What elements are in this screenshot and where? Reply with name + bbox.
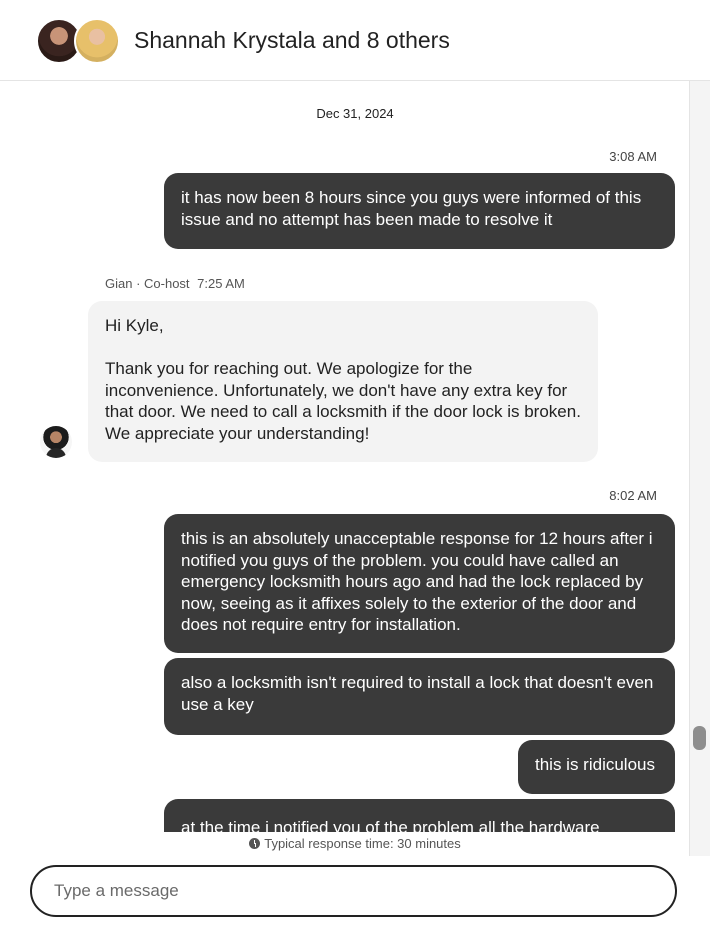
date-divider: Dec 31, 2024 [316,106,394,121]
message-timestamp: 8:02 AM [609,488,657,503]
message-timestamp: 3:08 AM [609,149,657,164]
response-time-text: Typical response time: 30 minutes [264,836,461,851]
clock-icon [249,838,261,849]
sender-name: Gian · Co-host [105,276,190,291]
avatar[interactable] [74,18,120,64]
message-thread[interactable]: Dec 31, 2024 3:08 AM it has now been 8 h… [0,80,688,832]
outgoing-message[interactable]: this is ridiculous [518,740,675,794]
response-time-notice: Typical response time: 30 minutes [0,836,710,851]
scrollbar-thumb[interactable] [693,726,706,750]
message-composer[interactable] [30,865,677,917]
outgoing-message[interactable]: also a locksmith isn't required to insta… [164,658,675,735]
outgoing-message[interactable]: this is an absolutely unacceptable respo… [164,514,675,653]
participant-avatars[interactable] [36,18,120,64]
incoming-message[interactable]: Hi Kyle, Thank you for reaching out. We … [88,301,598,462]
message-timestamp: 7:25 AM [197,276,245,291]
message-sender-meta: Gian · Co-host 7:25 AM [105,276,245,291]
message-input[interactable] [32,867,654,915]
avatar[interactable] [40,426,72,458]
conversation-title[interactable]: Shannah Krystala and 8 others [134,27,450,54]
outgoing-message[interactable]: it has now been 8 hours since you guys w… [164,173,675,249]
outgoing-message[interactable]: at the time i notified you of the proble… [164,799,675,832]
conversation-header: Shannah Krystala and 8 others [0,0,710,81]
